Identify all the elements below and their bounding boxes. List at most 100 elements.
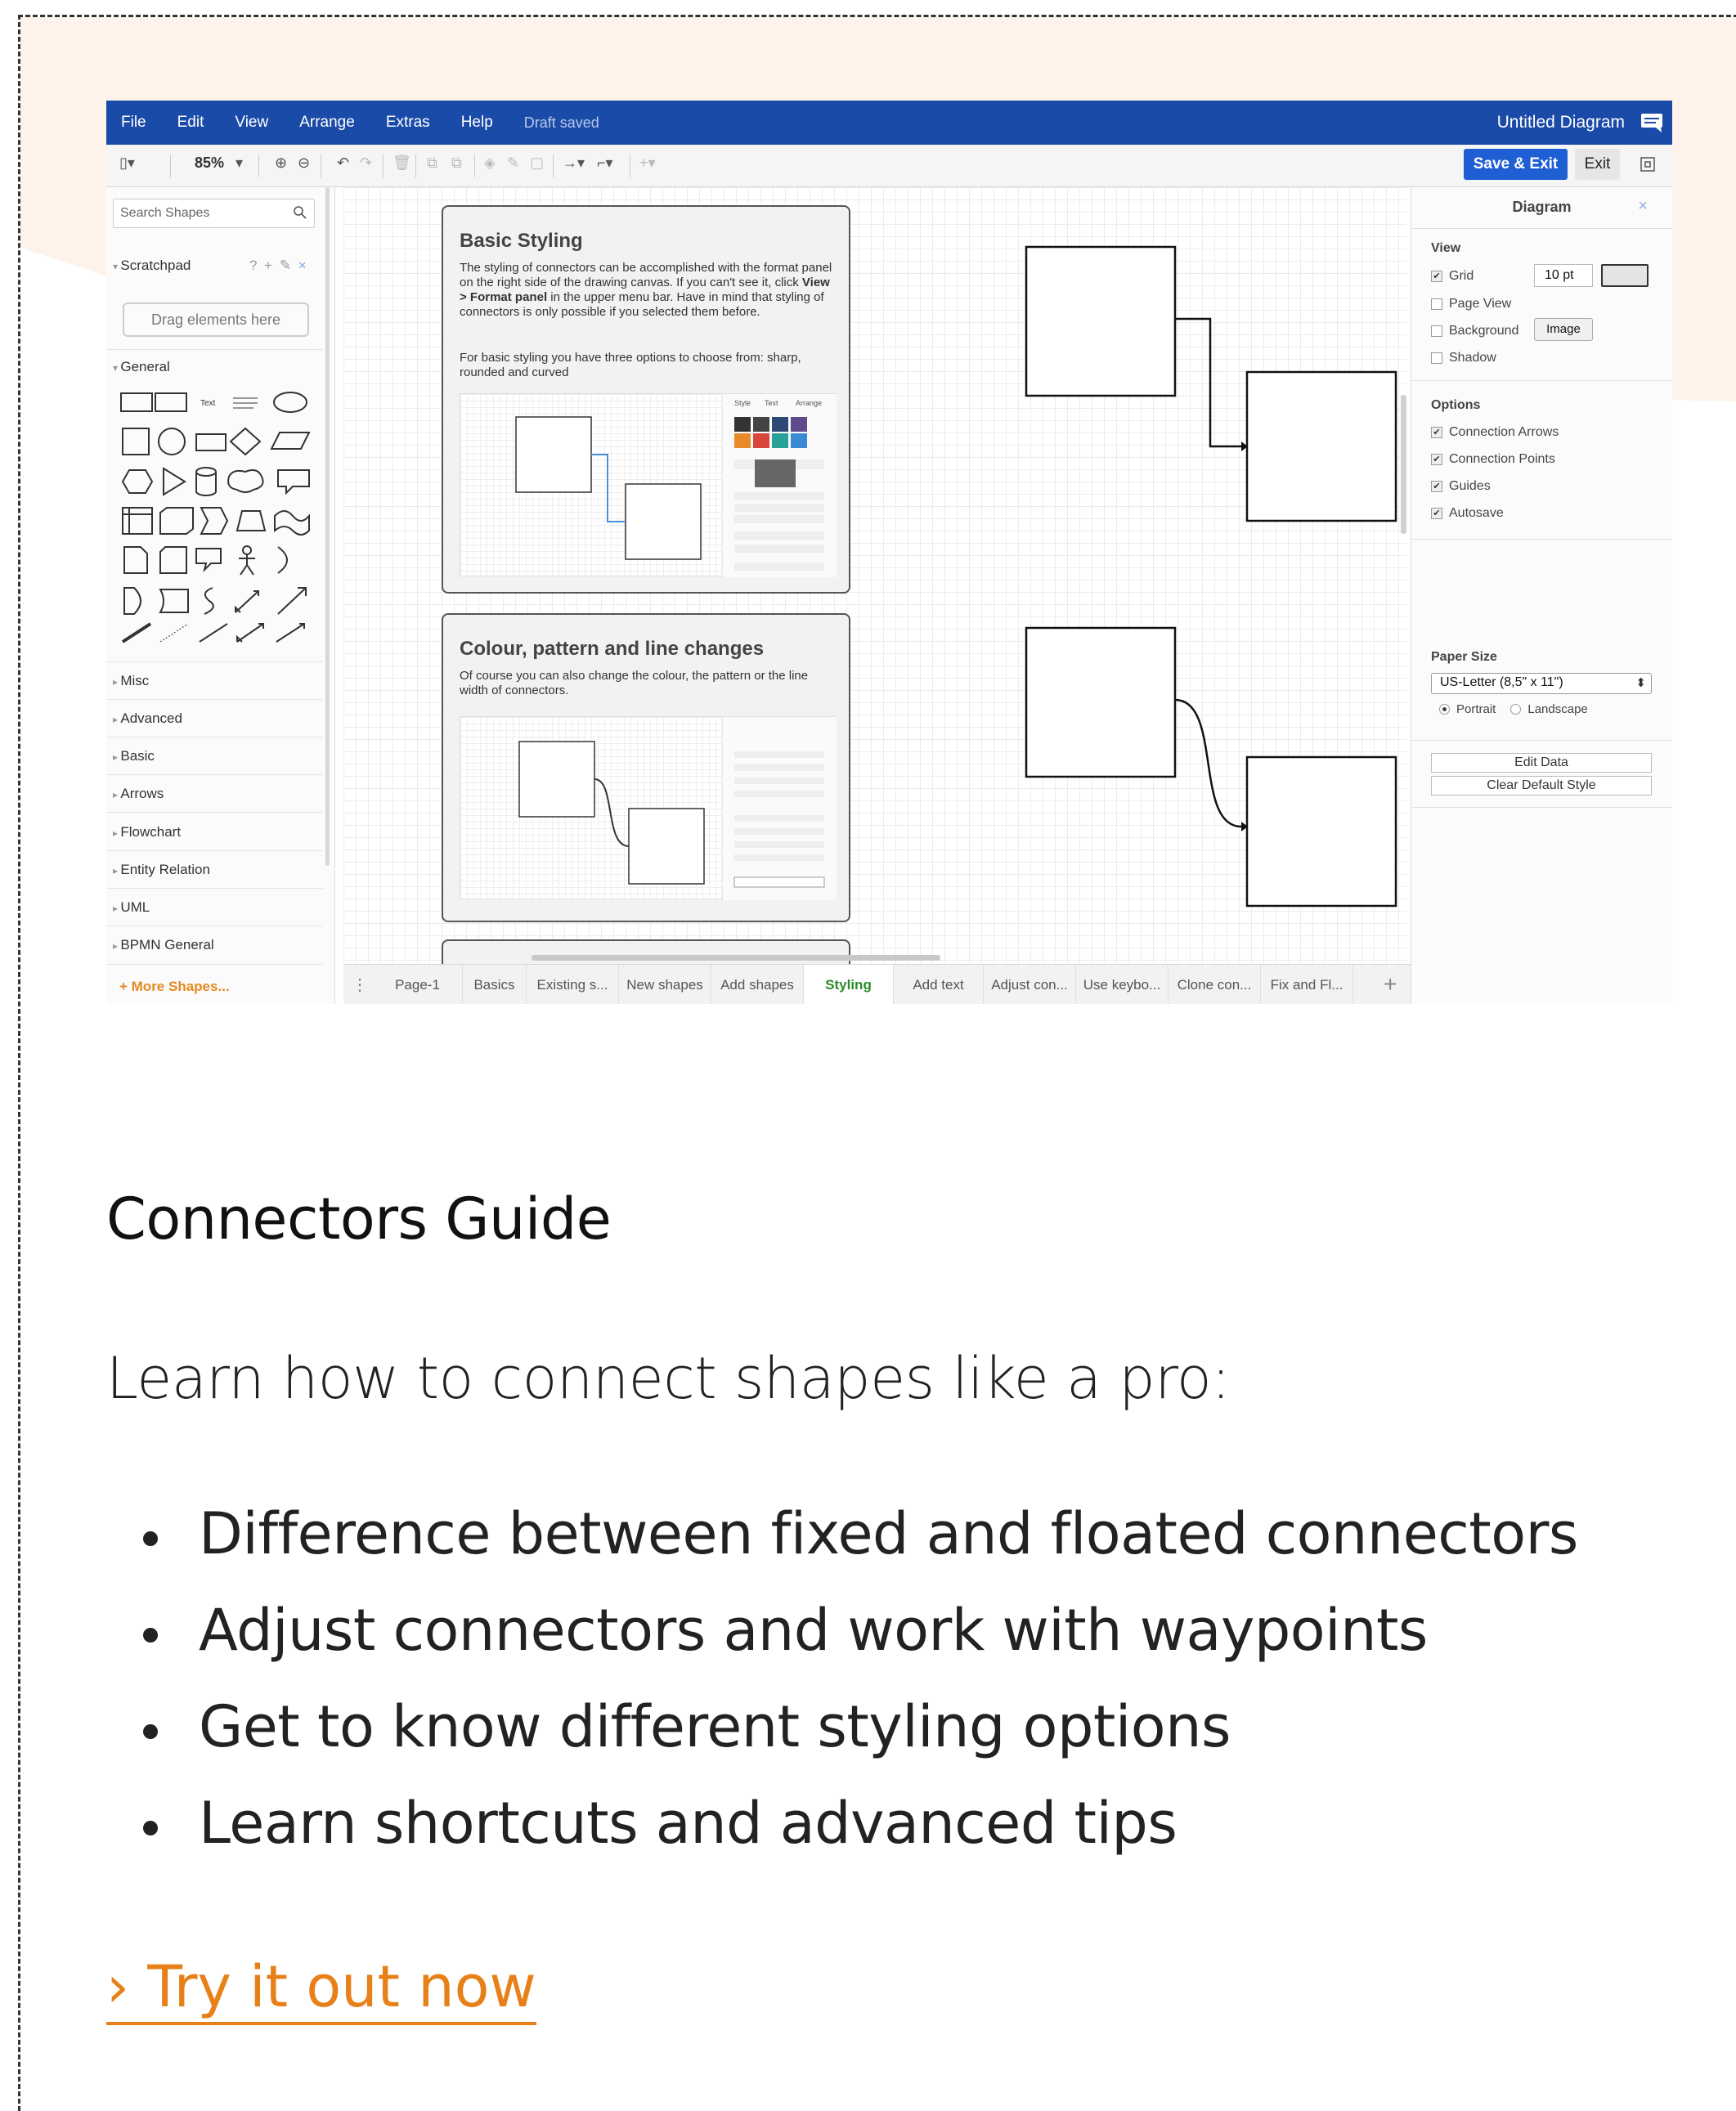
shape-palette[interactable]: Text — [114, 383, 319, 645]
tab-styling[interactable]: Styling — [804, 965, 894, 1004]
more-shapes-link[interactable]: + More Shapes... — [119, 979, 230, 995]
pages-menu-icon[interactable]: ⋮ — [352, 975, 368, 995]
zoom-out-icon[interactable]: ⊖ — [298, 155, 310, 172]
menu-view[interactable]: View — [219, 114, 284, 132]
toolbar: ▯▾ 85% ▾ ⊕ ⊖ ↶ ↷ 🗑 ⧉ ⧉ ◈ ✎ ▢ →▾ ⌐▾ +▾ Sa… — [106, 145, 1672, 187]
delete-icon[interactable]: 🗑 — [393, 155, 411, 172]
section-arrows[interactable]: Arrows — [113, 786, 164, 802]
waypoint-style-icon[interactable]: ⌐▾ — [597, 155, 613, 172]
section-advanced[interactable]: Advanced — [113, 710, 182, 727]
tab-fix-and-float[interactable]: Fix and Fl... — [1261, 965, 1353, 1004]
tab-use-keyboard[interactable]: Use keybo... — [1076, 965, 1169, 1004]
image-button[interactable]: Image — [1534, 318, 1593, 341]
close-icon[interactable]: × — [1638, 197, 1648, 216]
grid-color-swatch[interactable] — [1601, 264, 1649, 287]
section-entity-relation[interactable]: Entity Relation — [113, 862, 210, 878]
insert-icon[interactable]: +▾ — [639, 155, 656, 172]
draft-status: Draft saved — [523, 114, 599, 131]
paper-size-heading: Paper Size — [1431, 650, 1497, 664]
paper-size-select[interactable]: US-Letter (8,5" x 11") — [1431, 673, 1652, 694]
exit-button[interactable]: Exit — [1575, 149, 1620, 180]
line-color-icon[interactable]: ✎ — [507, 155, 519, 172]
shadow-icon[interactable]: ▢ — [530, 155, 544, 172]
tab-basics[interactable]: Basics — [463, 965, 527, 1004]
tab-add-text[interactable]: Add text — [894, 965, 984, 1004]
tab-existing-shapes[interactable]: Existing s... — [527, 965, 619, 1004]
section-bpmn-general[interactable]: BPMN General — [113, 937, 213, 953]
list-item: Learn shortcuts and advanced tips — [143, 1790, 1578, 1886]
drawing-canvas[interactable]: Basic Styling The styling of connectors … — [343, 187, 1406, 988]
search-input[interactable]: Search Shapes — [120, 206, 209, 221]
zoom-dropdown-icon[interactable]: ▾ — [236, 155, 243, 172]
menu-extras[interactable]: Extras — [370, 114, 446, 132]
fullscreen-icon[interactable] — [1640, 156, 1656, 173]
format-panel-title: Diagram — [1512, 199, 1572, 215]
svg-text:Text: Text — [200, 399, 216, 408]
zoom-select[interactable]: 85% — [195, 155, 224, 172]
section-flowchart[interactable]: Flowchart — [113, 824, 181, 840]
add-page-icon[interactable]: + — [1384, 971, 1397, 997]
format-panel: Diagram × View ✔ Grid 10 pt Page View Bac… — [1411, 187, 1672, 1004]
feature-list: Difference between fixed and floated con… — [143, 1500, 1578, 1886]
guides-option[interactable]: ✔ Guides — [1431, 479, 1491, 494]
to-front-icon[interactable]: ⧉ — [427, 155, 437, 172]
connection-points-option[interactable]: ✔ Connection Points — [1431, 452, 1555, 467]
search-box[interactable]: Search Shapes — [113, 199, 315, 228]
section-basic[interactable]: Basic — [113, 748, 155, 764]
to-back-icon[interactable]: ⧉ — [451, 155, 462, 172]
page-tabs: ⋮ Page-1 Basics Existing s... New shapes… — [343, 964, 1411, 1004]
portrait-radio[interactable] — [1439, 704, 1450, 715]
scratchpad-tools-icon[interactable]: ? + ✎ × — [249, 258, 308, 274]
tab-page-1[interactable]: Page-1 — [373, 965, 463, 1004]
zoom-in-icon[interactable]: ⊕ — [275, 155, 287, 172]
guide-title: Connectors Guide — [106, 1185, 612, 1253]
menu-edit[interactable]: Edit — [162, 114, 220, 132]
tab-adjust-connectors[interactable]: Adjust con... — [984, 965, 1076, 1004]
tab-new-shapes[interactable]: New shapes — [619, 965, 711, 1004]
try-it-out-link[interactable]: › Try it out now — [106, 1954, 536, 2025]
autosave-option[interactable]: ✔ Autosave — [1431, 506, 1504, 521]
tab-add-shapes[interactable]: Add shapes — [711, 965, 804, 1004]
menu-file[interactable]: File — [106, 114, 162, 132]
menu-arrange[interactable]: Arrange — [284, 114, 370, 132]
general-header[interactable]: General — [113, 359, 169, 375]
comment-icon[interactable] — [1640, 112, 1664, 133]
tab-clone-connectors[interactable]: Clone con... — [1169, 965, 1261, 1004]
document-title[interactable]: Untitled Diagram — [1497, 113, 1625, 132]
landscape-label: Landscape — [1527, 702, 1588, 716]
fill-color-icon[interactable]: ◈ — [484, 155, 496, 172]
section-misc[interactable]: Misc — [113, 673, 149, 689]
list-item: Adjust connectors and work with waypoint… — [143, 1597, 1578, 1693]
connection-arrows-option[interactable]: ✔ Connection Arrows — [1431, 425, 1559, 440]
scratchpad-drop-zone[interactable]: Drag elements here — [123, 303, 309, 337]
redo-icon[interactable]: ↷ — [360, 155, 372, 172]
grid-size-input[interactable]: 10 pt — [1534, 264, 1593, 287]
clear-default-style-button[interactable]: Clear Default Style — [1431, 776, 1652, 796]
portrait-label: Portrait — [1456, 702, 1496, 716]
edit-data-button[interactable]: Edit Data — [1431, 753, 1652, 773]
app-screenshot: File Edit View Arrange Extras Help Draft… — [106, 101, 1672, 1004]
options-heading: Options — [1431, 398, 1481, 412]
panel-toggle-icon[interactable]: ▯▾ — [119, 155, 135, 172]
scratchpad-header[interactable]: Scratchpad — [113, 258, 191, 274]
sidebar-scrollbar[interactable] — [325, 187, 330, 866]
search-icon[interactable] — [293, 205, 307, 220]
view-heading: View — [1431, 241, 1461, 255]
section-uml[interactable]: UML — [113, 899, 150, 916]
diagram-shapes[interactable] — [343, 187, 1406, 964]
menubar: File Edit View Arrange Extras Help Draft… — [106, 101, 1672, 145]
menu-help[interactable]: Help — [446, 114, 509, 132]
canvas-scrollbar-horizontal[interactable] — [532, 955, 940, 961]
list-item: Difference between fixed and floated con… — [143, 1500, 1578, 1597]
shadow-option[interactable]: Shadow — [1431, 351, 1496, 365]
landscape-radio[interactable] — [1510, 704, 1522, 715]
background-option[interactable]: Background — [1431, 324, 1518, 338]
canvas-scrollbar-vertical[interactable] — [1401, 395, 1406, 534]
undo-icon[interactable]: ↶ — [337, 155, 349, 172]
list-item: Get to know different styling options — [143, 1693, 1578, 1790]
page-view-option[interactable]: Page View — [1431, 297, 1511, 311]
connection-style-icon[interactable]: →▾ — [563, 155, 585, 172]
guide-intro: Learn how to connect shapes like a pro: — [106, 1345, 1231, 1412]
grid-option[interactable]: ✔ Grid — [1431, 269, 1474, 284]
save-exit-button[interactable]: Save & Exit — [1464, 149, 1568, 180]
